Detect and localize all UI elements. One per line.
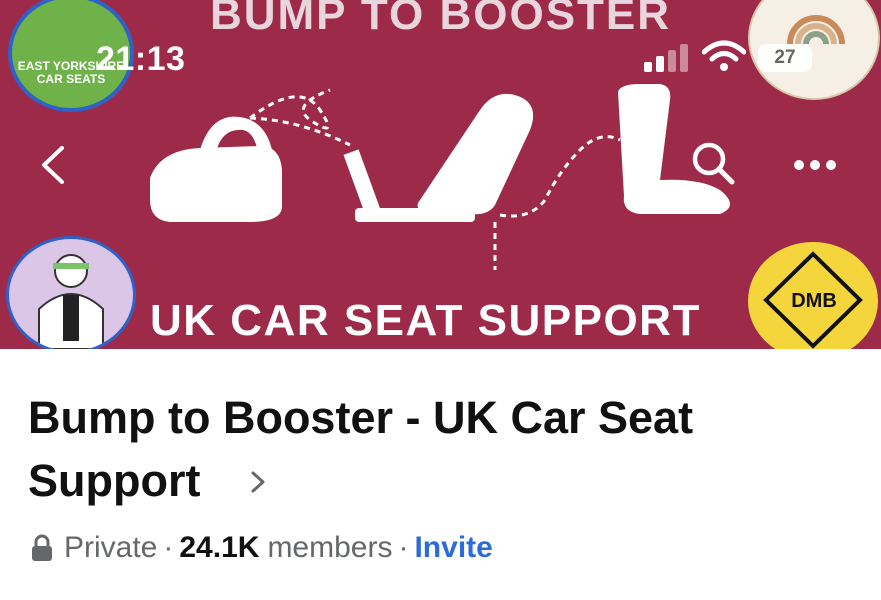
dmb-text: DMB: [791, 290, 837, 312]
child-icon: [38, 254, 104, 349]
group-name[interactable]: Bump to Booster - UK Car Seat Support: [28, 386, 848, 512]
separator: ·: [163, 531, 174, 564]
lock-icon: [32, 534, 52, 561]
group-meta: Private · 24.1K members · Invite: [30, 528, 493, 568]
privacy-label: Private: [64, 531, 158, 564]
search-icon[interactable]: [690, 140, 736, 186]
child-in-seat-logo: [6, 236, 136, 349]
cover-subtitle: UK CAR SEAT SUPPORT: [150, 296, 701, 345]
battery-level: 27: [774, 47, 796, 68]
invite-link[interactable]: Invite: [414, 531, 492, 565]
separator: ·: [398, 531, 409, 564]
chevron-right-icon[interactable]: [248, 463, 268, 501]
wifi-icon: [702, 40, 746, 71]
group-page: BUMP TO BOOSTER EAST YORKSHIRE CAR SEATS…: [0, 0, 881, 600]
cellular-signal-icon: [644, 44, 688, 72]
status-time: 21:13: [96, 40, 186, 78]
more-horizontal-icon[interactable]: [790, 142, 840, 188]
chevron-left-icon[interactable]: [32, 142, 78, 188]
battery-icon: 27: [758, 44, 812, 72]
members-label[interactable]: members: [267, 531, 392, 565]
member-count[interactable]: 24.1K: [179, 531, 259, 565]
dmb-logo: DMB: [748, 242, 878, 349]
